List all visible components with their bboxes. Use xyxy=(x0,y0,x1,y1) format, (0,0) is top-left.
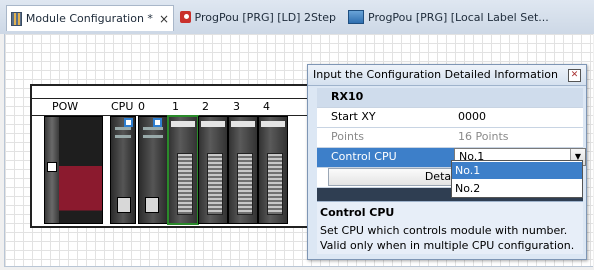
cpu-port xyxy=(117,197,131,213)
tab-module-configuration[interactable]: Module Configuration * × xyxy=(6,5,174,31)
dropdown-option-no2[interactable]: No.2 xyxy=(452,180,582,197)
tab-progpou-local-label[interactable]: ProgPou [PRG] [Local Label Set... xyxy=(344,5,584,29)
module-config-icon xyxy=(11,11,22,26)
property-group-header[interactable]: RX10 xyxy=(317,88,583,108)
slot-4-module[interactable] xyxy=(258,116,288,224)
property-key: Start XY xyxy=(331,110,376,123)
tab-progpou-ld[interactable]: ProgPou [PRG] [LD] 2Step xyxy=(176,5,336,29)
property-key: Control CPU xyxy=(331,150,397,163)
module-top-cap xyxy=(171,121,195,127)
power-marker xyxy=(47,162,57,172)
slot-3-module[interactable] xyxy=(228,116,258,224)
tab-label: ProgPou [PRG] [Local Label Set... xyxy=(368,10,549,24)
power-supply-module[interactable] xyxy=(44,116,103,224)
help-description: Set CPU which controls module with numbe… xyxy=(320,224,568,237)
module-led-row xyxy=(143,127,163,130)
base-unit[interactable]: POW CPU 0 1 2 3 4 xyxy=(30,84,322,228)
module-port xyxy=(145,197,159,213)
tab-label: ProgPou [PRG] [LD] 2Step xyxy=(194,10,336,24)
help-heading: Control CPU xyxy=(320,206,395,219)
terminal-block xyxy=(237,153,253,215)
slot-1-module-rx10[interactable] xyxy=(167,115,199,225)
dialog-close-icon[interactable]: ✕ xyxy=(568,69,581,82)
dialog-title-bar[interactable]: Input the Configuration Detailed Informa… xyxy=(308,65,586,86)
cpu-module[interactable] xyxy=(110,116,136,224)
help-description: Valid only when in multiple CPU configur… xyxy=(320,239,575,252)
slot-label-cpu: CPU xyxy=(111,100,134,113)
property-row-points: Points 16 Points xyxy=(317,128,583,148)
slot-0-selection-handle[interactable] xyxy=(153,118,162,127)
slot-label-0: 0 xyxy=(138,100,145,113)
group-name: RX10 xyxy=(331,90,364,103)
slot-0-module[interactable] xyxy=(138,116,168,224)
cpu-selection-handle[interactable] xyxy=(124,118,133,127)
property-value[interactable]: 0000 xyxy=(458,108,486,126)
dropdown-option-no1[interactable]: No.1 xyxy=(452,162,582,179)
terminal-block xyxy=(207,153,223,215)
property-value: 16 Points xyxy=(458,130,509,143)
slot-2-module[interactable] xyxy=(198,116,228,224)
local-label-icon xyxy=(348,10,364,24)
slot-label-1: 1 xyxy=(172,100,179,113)
module-top-cap xyxy=(201,121,225,127)
option-label: No.1 xyxy=(455,164,481,177)
close-tab-icon[interactable]: × xyxy=(159,12,169,26)
document-tab-bar: Module Configuration * × ProgPou [PRG] [… xyxy=(0,0,594,34)
option-label: No.2 xyxy=(455,182,481,195)
property-row-start-xy[interactable]: Start XY 0000 xyxy=(317,108,583,128)
ladder-program-icon xyxy=(180,11,191,23)
slot-label-pow: POW xyxy=(52,100,79,113)
property-help-panel: Control CPU Set CPU which controls modul… xyxy=(317,201,583,254)
property-key: Points xyxy=(331,130,365,143)
control-cpu-dropdown-list[interactable]: No.1 No.2 xyxy=(451,160,583,198)
module-top-cap xyxy=(261,121,285,127)
cpu-led-row xyxy=(115,127,131,130)
detail-button[interactable]: Detaile xyxy=(328,168,468,186)
module-led-row xyxy=(143,135,163,138)
slot-label-2: 2 xyxy=(202,100,209,113)
terminal-block xyxy=(267,153,283,215)
slot-label-bar: POW CPU 0 1 2 3 4 xyxy=(32,98,320,116)
slot-label-4: 4 xyxy=(263,100,270,113)
tab-label: Module Configuration * xyxy=(25,12,153,25)
module-top-cap xyxy=(231,121,255,127)
dialog-title: Input the Configuration Detailed Informa… xyxy=(313,68,558,81)
terminal-block xyxy=(177,153,193,215)
slot-label-3: 3 xyxy=(233,100,240,113)
cpu-led-row xyxy=(115,135,131,138)
